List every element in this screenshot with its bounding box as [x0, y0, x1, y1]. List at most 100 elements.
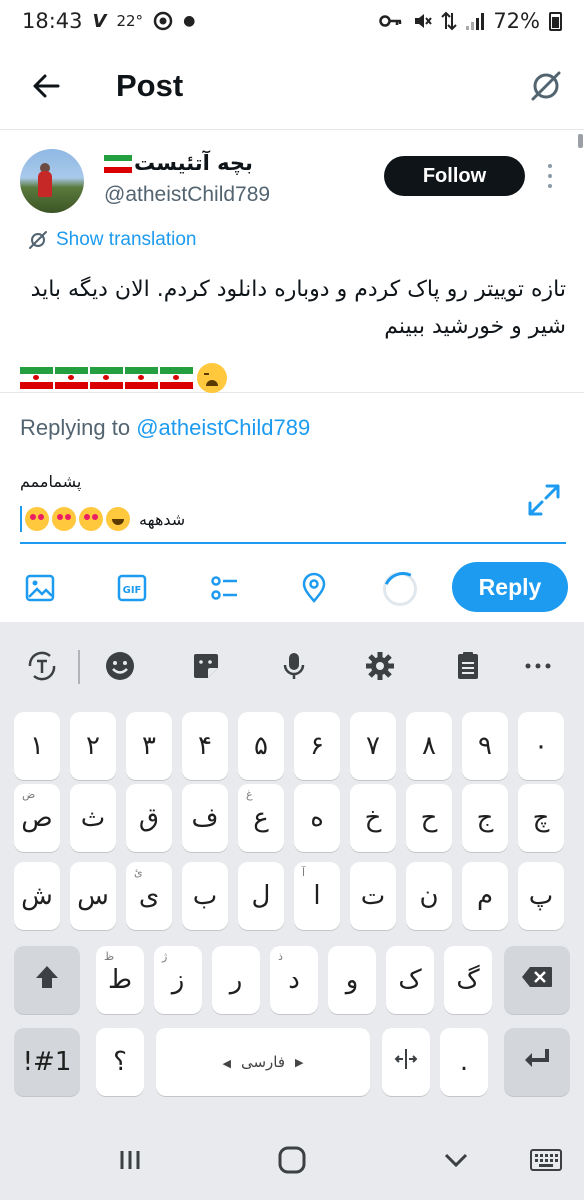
text-cursor — [20, 506, 22, 532]
key-letter[interactable]: گ — [444, 946, 492, 1014]
key-letter[interactable]: ه — [294, 784, 340, 852]
key-letter[interactable]: ر — [212, 946, 260, 1014]
question-key[interactable]: ؟ — [96, 1028, 144, 1096]
key-digit[interactable]: ۸ — [406, 712, 452, 780]
key-label: ۴ — [198, 731, 212, 761]
key-label: ۳ — [142, 731, 156, 761]
recent-apps-button[interactable] — [108, 1138, 152, 1182]
cursor-move-key[interactable] — [382, 1028, 430, 1096]
key-letter[interactable]: ن — [406, 862, 452, 930]
key-letter[interactable]: ج — [462, 784, 508, 852]
back-nav-button[interactable] — [434, 1138, 478, 1182]
key-letter[interactable]: ب — [182, 862, 228, 930]
reply-button[interactable]: Reply — [452, 562, 568, 612]
follow-button[interactable]: Follow — [384, 156, 525, 196]
key-label: ۶ — [310, 731, 324, 761]
sticker-button[interactable] — [186, 646, 226, 686]
tweet: بچه آتئیست @atheistChild789 Follow Show … — [0, 131, 584, 393]
back-button[interactable] — [22, 62, 70, 110]
enter-key[interactable] — [504, 1028, 570, 1096]
key-letter[interactable]: و — [328, 946, 376, 1014]
text-translate-button[interactable] — [22, 646, 62, 686]
key-label: ن — [419, 881, 439, 911]
key-letter[interactable]: چ — [518, 784, 564, 852]
chevron-down-icon — [444, 1153, 468, 1168]
iran-flag-icon — [20, 367, 53, 389]
period-key[interactable]: . — [440, 1028, 488, 1096]
avatar[interactable] — [20, 149, 84, 213]
reply-text-line1: پشماممم — [20, 472, 82, 491]
key-digit[interactable]: ۲ — [70, 712, 116, 780]
chevron-right-icon: ▶ — [295, 1055, 304, 1069]
key-letter[interactable]: ح — [406, 784, 452, 852]
key-letter[interactable]: غع — [238, 784, 284, 852]
grok-button[interactable] — [526, 66, 566, 106]
key-digit[interactable]: ۵ — [238, 712, 284, 780]
key-letter[interactable]: ئی — [126, 862, 172, 930]
key-label: پ — [528, 881, 554, 911]
iran-flag-icon — [125, 367, 158, 389]
key-letter[interactable]: ضص — [14, 784, 60, 852]
toolbar-divider — [78, 650, 80, 684]
reply-input[interactable]: پشماممم شدههه — [20, 468, 566, 544]
backspace-icon — [522, 966, 552, 987]
key-label: ر — [229, 965, 243, 995]
keyboard-settings-button[interactable] — [360, 646, 400, 686]
key-letter[interactable]: ذد — [270, 946, 318, 1014]
more-options-icon[interactable] — [540, 161, 560, 191]
gif-button[interactable]: GIF — [110, 566, 154, 610]
key-digit[interactable]: ۶ — [294, 712, 340, 780]
key-digit[interactable]: ۷ — [350, 712, 396, 780]
key-letter[interactable]: ظط — [96, 946, 144, 1014]
emoji-button[interactable] — [100, 646, 140, 686]
user-handle[interactable]: @atheistChild789 — [104, 183, 270, 207]
home-button[interactable] — [270, 1138, 314, 1182]
gif-icon: GIF — [117, 574, 147, 602]
voice-input-button[interactable] — [274, 646, 314, 686]
more-options-button[interactable] — [518, 646, 558, 686]
expand-button[interactable] — [526, 482, 562, 518]
key-label: ط — [107, 965, 133, 995]
keyboard-switch-button[interactable] — [524, 1138, 568, 1182]
symbols-key[interactable]: !#1 — [14, 1028, 80, 1096]
media-button[interactable] — [18, 566, 62, 610]
key-letter[interactable]: ل — [238, 862, 284, 930]
reply-text-line2: شدههه — [139, 509, 186, 529]
key-label: ص — [21, 803, 53, 833]
key-letter[interactable]: م — [462, 862, 508, 930]
shift-key[interactable] — [14, 946, 80, 1014]
translate-t-icon — [28, 651, 56, 681]
key-letter[interactable]: آا — [294, 862, 340, 930]
keyboard-toolbar — [0, 622, 584, 712]
show-translation-link[interactable]: Show translation — [28, 229, 196, 251]
key-letter[interactable]: ژز — [154, 946, 202, 1014]
key-letter[interactable]: خ — [350, 784, 396, 852]
key-letter[interactable]: س — [70, 862, 116, 930]
key-label: !#1 — [22, 1047, 72, 1077]
key-letter[interactable]: ث — [70, 784, 116, 852]
replying-handle-link[interactable]: @atheistChild789 — [136, 415, 310, 440]
key-letter[interactable]: ک — [386, 946, 434, 1014]
key-digit[interactable]: ۹ — [462, 712, 508, 780]
clipboard-button[interactable] — [448, 646, 488, 686]
key-digit[interactable]: ۳ — [126, 712, 172, 780]
key-label: ا — [313, 881, 321, 911]
key-digit[interactable]: ۰ — [518, 712, 564, 780]
key-letter[interactable]: ش — [14, 862, 60, 930]
backspace-key[interactable] — [504, 946, 570, 1014]
key-digit[interactable]: ۴ — [182, 712, 228, 780]
temperature-text: 22° — [116, 12, 144, 30]
smiley-icon — [106, 652, 134, 680]
key-letter[interactable]: ت — [350, 862, 396, 930]
location-button[interactable] — [292, 566, 336, 610]
key-label: چ — [532, 803, 550, 833]
key-hint: غ — [246, 788, 253, 801]
key-digit[interactable]: ۱ — [14, 712, 60, 780]
poll-button[interactable] — [202, 566, 246, 610]
key-letter[interactable]: ف — [182, 784, 228, 852]
status-time: 18:43 — [22, 9, 83, 33]
key-letter[interactable]: پ — [518, 862, 564, 930]
display-name[interactable]: بچه آتئیست — [104, 151, 253, 175]
space-key[interactable]: ◀ فارسی ▶ — [156, 1028, 370, 1096]
key-letter[interactable]: ق — [126, 784, 172, 852]
